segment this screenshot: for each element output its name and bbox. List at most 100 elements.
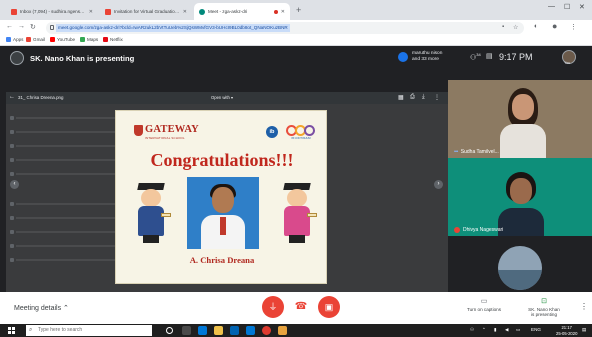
volume-icon[interactable]: ◀ xyxy=(505,327,509,333)
open-with-button[interactable]: Open with ▾ xyxy=(211,95,233,100)
leave-call-button[interactable]: ☎ xyxy=(290,296,312,318)
file-row-icon xyxy=(10,116,14,120)
clock-date: 25-05-2020 xyxy=(556,330,578,336)
tab-title: Inbox (7,094) - sudhira.ngenston... xyxy=(20,9,86,14)
photo-face xyxy=(212,187,234,213)
meet-stage: SK. Nano Khan is presenting maruthu niso… xyxy=(0,46,592,324)
reload-icon[interactable]: ↻ xyxy=(30,23,36,31)
microphone-toggle-button[interactable]: ⏚ xyxy=(262,296,284,318)
bookmark-label: YouTube xyxy=(57,37,76,42)
graduate-girl-illustration xyxy=(276,183,318,245)
camera-blocked-icon[interactable]: ▪ xyxy=(502,24,504,30)
task-view-icon[interactable] xyxy=(182,326,191,335)
tab-invitation[interactable]: Invitation for Virtual Graduation ... ✕ xyxy=(100,3,192,20)
back-arrow-icon[interactable]: ← xyxy=(9,94,15,100)
close-icon[interactable]: ✕ xyxy=(89,9,93,15)
cortana-icon[interactable] xyxy=(166,327,173,334)
window-close-icon[interactable]: ✕ xyxy=(579,3,585,11)
address-bar[interactable]: meet.google.com/zga-askz-dri?bcld=IwAR2u… xyxy=(46,22,524,34)
notifications-icon[interactable]: ▤ xyxy=(582,327,586,333)
language-indicator[interactable]: ENG xyxy=(531,327,541,332)
comment-icon[interactable]: ▦ xyxy=(398,94,404,101)
extension-icon[interactable]: ◐ xyxy=(534,23,538,30)
chrome-icon[interactable] xyxy=(262,326,271,335)
avatar-landscape xyxy=(498,270,542,290)
download-icon[interactable]: ⤓ xyxy=(422,94,425,101)
windows-start-icon[interactable] xyxy=(8,327,15,334)
student-photo xyxy=(187,177,259,249)
shared-screen: ← 31_ Chrisa Dreena.png Open with ▾ ▦ ⎙ … xyxy=(6,92,448,300)
file-row xyxy=(16,131,116,133)
more-options-icon[interactable]: ⋮ xyxy=(580,302,588,311)
file-row xyxy=(16,259,116,261)
people-icon[interactable]: ⚇34 xyxy=(470,52,481,61)
bookmark-netflix[interactable]: Netflix xyxy=(103,37,123,42)
more-options-icon[interactable]: ⋮ xyxy=(434,94,440,101)
close-icon[interactable]: ✕ xyxy=(281,9,285,15)
participants-chip[interactable]: maruthu nison and 33 more xyxy=(398,51,442,63)
meet-bottom-bar: Meeting details ⌃ ⏚ ☎ ▣ ▭ Turn on captio… xyxy=(0,292,592,324)
chevron-up-icon[interactable]: ⌃ xyxy=(482,327,486,333)
presenter-banner: SK. Nano Khan is presenting xyxy=(10,51,134,65)
url-text[interactable]: meet.google.com/zga-askz-dri?bcld=IwAR2u… xyxy=(56,24,290,32)
file-explorer-icon[interactable] xyxy=(214,326,223,335)
mail-icon[interactable] xyxy=(246,326,255,335)
participant-face xyxy=(510,178,532,204)
ib-continuum-logo: IB CONTINUUM xyxy=(286,125,316,140)
chat-icon[interactable]: ▤ xyxy=(486,52,493,60)
tab-title: Meet - zga-askz-dri xyxy=(208,9,248,14)
tab-meet[interactable]: Meet - zga-askz-dri ✕ xyxy=(194,3,290,20)
maximize-icon[interactable]: ☐ xyxy=(564,3,570,11)
captions-button[interactable]: ▭ Turn on captions xyxy=(454,297,514,312)
camera-toggle-button[interactable]: ▣ xyxy=(318,296,340,318)
bookmark-star-icon[interactable]: ☆ xyxy=(513,24,518,31)
bookmarks-bar: Apps Gmail YouTube Maps Netflix xyxy=(0,36,592,46)
people-tray-icon[interactable]: ⚇ xyxy=(470,327,474,333)
previous-file-button[interactable]: ‹ xyxy=(10,180,19,189)
network-icon[interactable]: ▮ xyxy=(494,327,497,333)
taskbar-search-box[interactable]: ⌕ Type here to search xyxy=(26,325,152,336)
bookmark-apps[interactable]: Apps xyxy=(6,37,23,42)
file-row-icon xyxy=(10,230,14,234)
chrome-menu-icon[interactable]: ⋮ xyxy=(570,23,577,31)
bookmark-gmail[interactable]: Gmail xyxy=(26,37,45,42)
recording-indicator xyxy=(273,9,278,14)
next-file-button[interactable]: › xyxy=(434,180,443,189)
system-clock[interactable]: 21:17 25-05-2020 xyxy=(556,325,577,336)
bookmark-youtube[interactable]: YouTube xyxy=(50,37,75,42)
grad-face xyxy=(287,189,307,207)
people-count: 34 xyxy=(476,52,481,57)
tab-inbox[interactable]: Inbox (7,094) - sudhira.ngenston... ✕ xyxy=(6,3,98,20)
participants-chip-text: maruthu nison and 33 more xyxy=(412,51,442,63)
forward-arrow-icon[interactable]: → xyxy=(18,23,25,30)
participant-tile[interactable]: ••• Sudha Tamilvel... xyxy=(448,80,592,158)
presenting-status-button[interactable]: ⊡ SK. Nano Khan is presenting xyxy=(514,297,574,317)
tab-title: Invitation for Virtual Graduation ... xyxy=(114,9,180,14)
participant-tile[interactable] xyxy=(448,244,592,292)
close-icon[interactable]: ✕ xyxy=(183,9,187,15)
mic-off-icon xyxy=(454,227,460,233)
store-icon[interactable] xyxy=(230,326,239,335)
file-row xyxy=(16,159,116,161)
gmail-icon xyxy=(11,8,17,15)
battery-icon[interactable]: ▭ xyxy=(516,327,520,333)
app-icon[interactable] xyxy=(278,326,287,335)
grad-legs xyxy=(289,235,305,243)
search-icon: ⌕ xyxy=(29,327,33,333)
profile-avatar-icon[interactable]: ● xyxy=(552,21,557,31)
minimize-icon[interactable]: — xyxy=(548,3,555,10)
participant-tile[interactable]: Dhivya Nageswari xyxy=(448,158,592,236)
print-icon[interactable]: ⎙ xyxy=(410,94,415,101)
file-row xyxy=(16,203,116,205)
grad-face xyxy=(141,189,161,207)
back-arrow-icon[interactable]: ← xyxy=(6,23,13,30)
presenter-text: SK. Nano Khan is presenting xyxy=(30,53,135,63)
edge-icon[interactable] xyxy=(198,326,207,335)
meeting-details-button[interactable]: Meeting details ⌃ xyxy=(14,304,69,312)
grad-gown xyxy=(138,206,164,236)
bookmark-maps[interactable]: Maps xyxy=(80,37,98,42)
new-tab-button[interactable]: + xyxy=(296,5,301,15)
file-row-icon xyxy=(10,216,14,220)
chip-line-1: maruthu nison xyxy=(412,51,443,56)
file-row-icon xyxy=(10,158,14,162)
